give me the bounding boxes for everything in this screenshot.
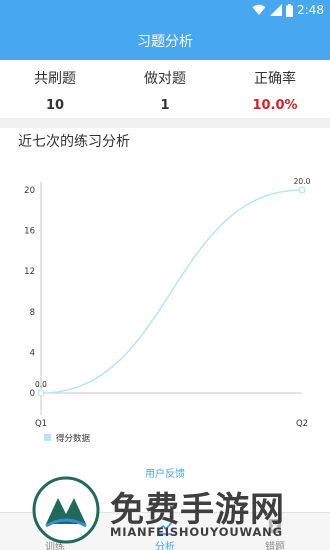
data-point-label: 20.0: [294, 177, 311, 186]
y-tick-label: 0: [30, 389, 35, 399]
y-tick-label: 20: [24, 186, 35, 196]
stat-correct-value: 1: [160, 98, 170, 113]
stat-correct-label: 做对题: [144, 71, 186, 87]
section-divider: [0, 118, 330, 128]
watermark-subtitle: MIANFEISHOUYOUWANG: [110, 525, 283, 539]
stat-accuracy-label: 正确率: [254, 71, 296, 87]
battery-icon: [286, 3, 294, 17]
page-title: 习题分析: [137, 34, 193, 50]
stat-correct: 做对题 1: [110, 60, 220, 113]
legend-swatch: [44, 434, 51, 441]
data-point: [37, 389, 45, 397]
signal-icon: [270, 4, 283, 16]
point-labels: 0.0 20.0: [35, 177, 311, 389]
y-axis-ticks: 0 4 8 12 16 20: [24, 186, 35, 399]
watermark-logo-icon: [32, 476, 100, 544]
legend-label: 得分数据: [56, 433, 91, 444]
practice-line-chart: 0 4 8 12 16 20 Q1 Q2 0.0 20.0 得分数据: [24, 177, 311, 444]
wifi-icon: [252, 4, 266, 16]
status-icons: 2:48: [252, 3, 324, 17]
y-tick-label: 8: [30, 308, 35, 318]
y-tick-label: 12: [24, 267, 35, 277]
stat-total: 共刷题 10: [0, 60, 110, 113]
stat-total-label: 共刷题: [34, 71, 76, 87]
x-tick-label: Q2: [296, 419, 308, 429]
stat-total-value: 10: [45, 98, 65, 113]
stats-panel: 共刷题 10 做对题 1 正确率 10.0%: [0, 60, 330, 118]
x-axis-ticks: Q1 Q2: [35, 419, 308, 429]
app-bar: 习题分析: [0, 22, 330, 60]
y-tick-label: 4: [30, 348, 35, 358]
status-bar: 2:48: [0, 0, 330, 22]
stat-accuracy-value: 10.0%: [252, 98, 298, 113]
data-point: [298, 186, 306, 194]
y-tick-label: 16: [24, 227, 35, 237]
data-point-label: 0.0: [35, 380, 47, 389]
watermark: 免费手游网 MIANFEISHOUYOUWANG: [30, 468, 330, 550]
watermark-title: 免费手游网: [110, 490, 285, 530]
section-title: 近七次的练习分析: [18, 134, 130, 150]
status-time: 2:48: [297, 3, 324, 17]
x-tick-label: Q1: [35, 419, 47, 429]
stat-accuracy: 正确率 10.0%: [220, 60, 330, 113]
series-line: [40, 189, 303, 394]
